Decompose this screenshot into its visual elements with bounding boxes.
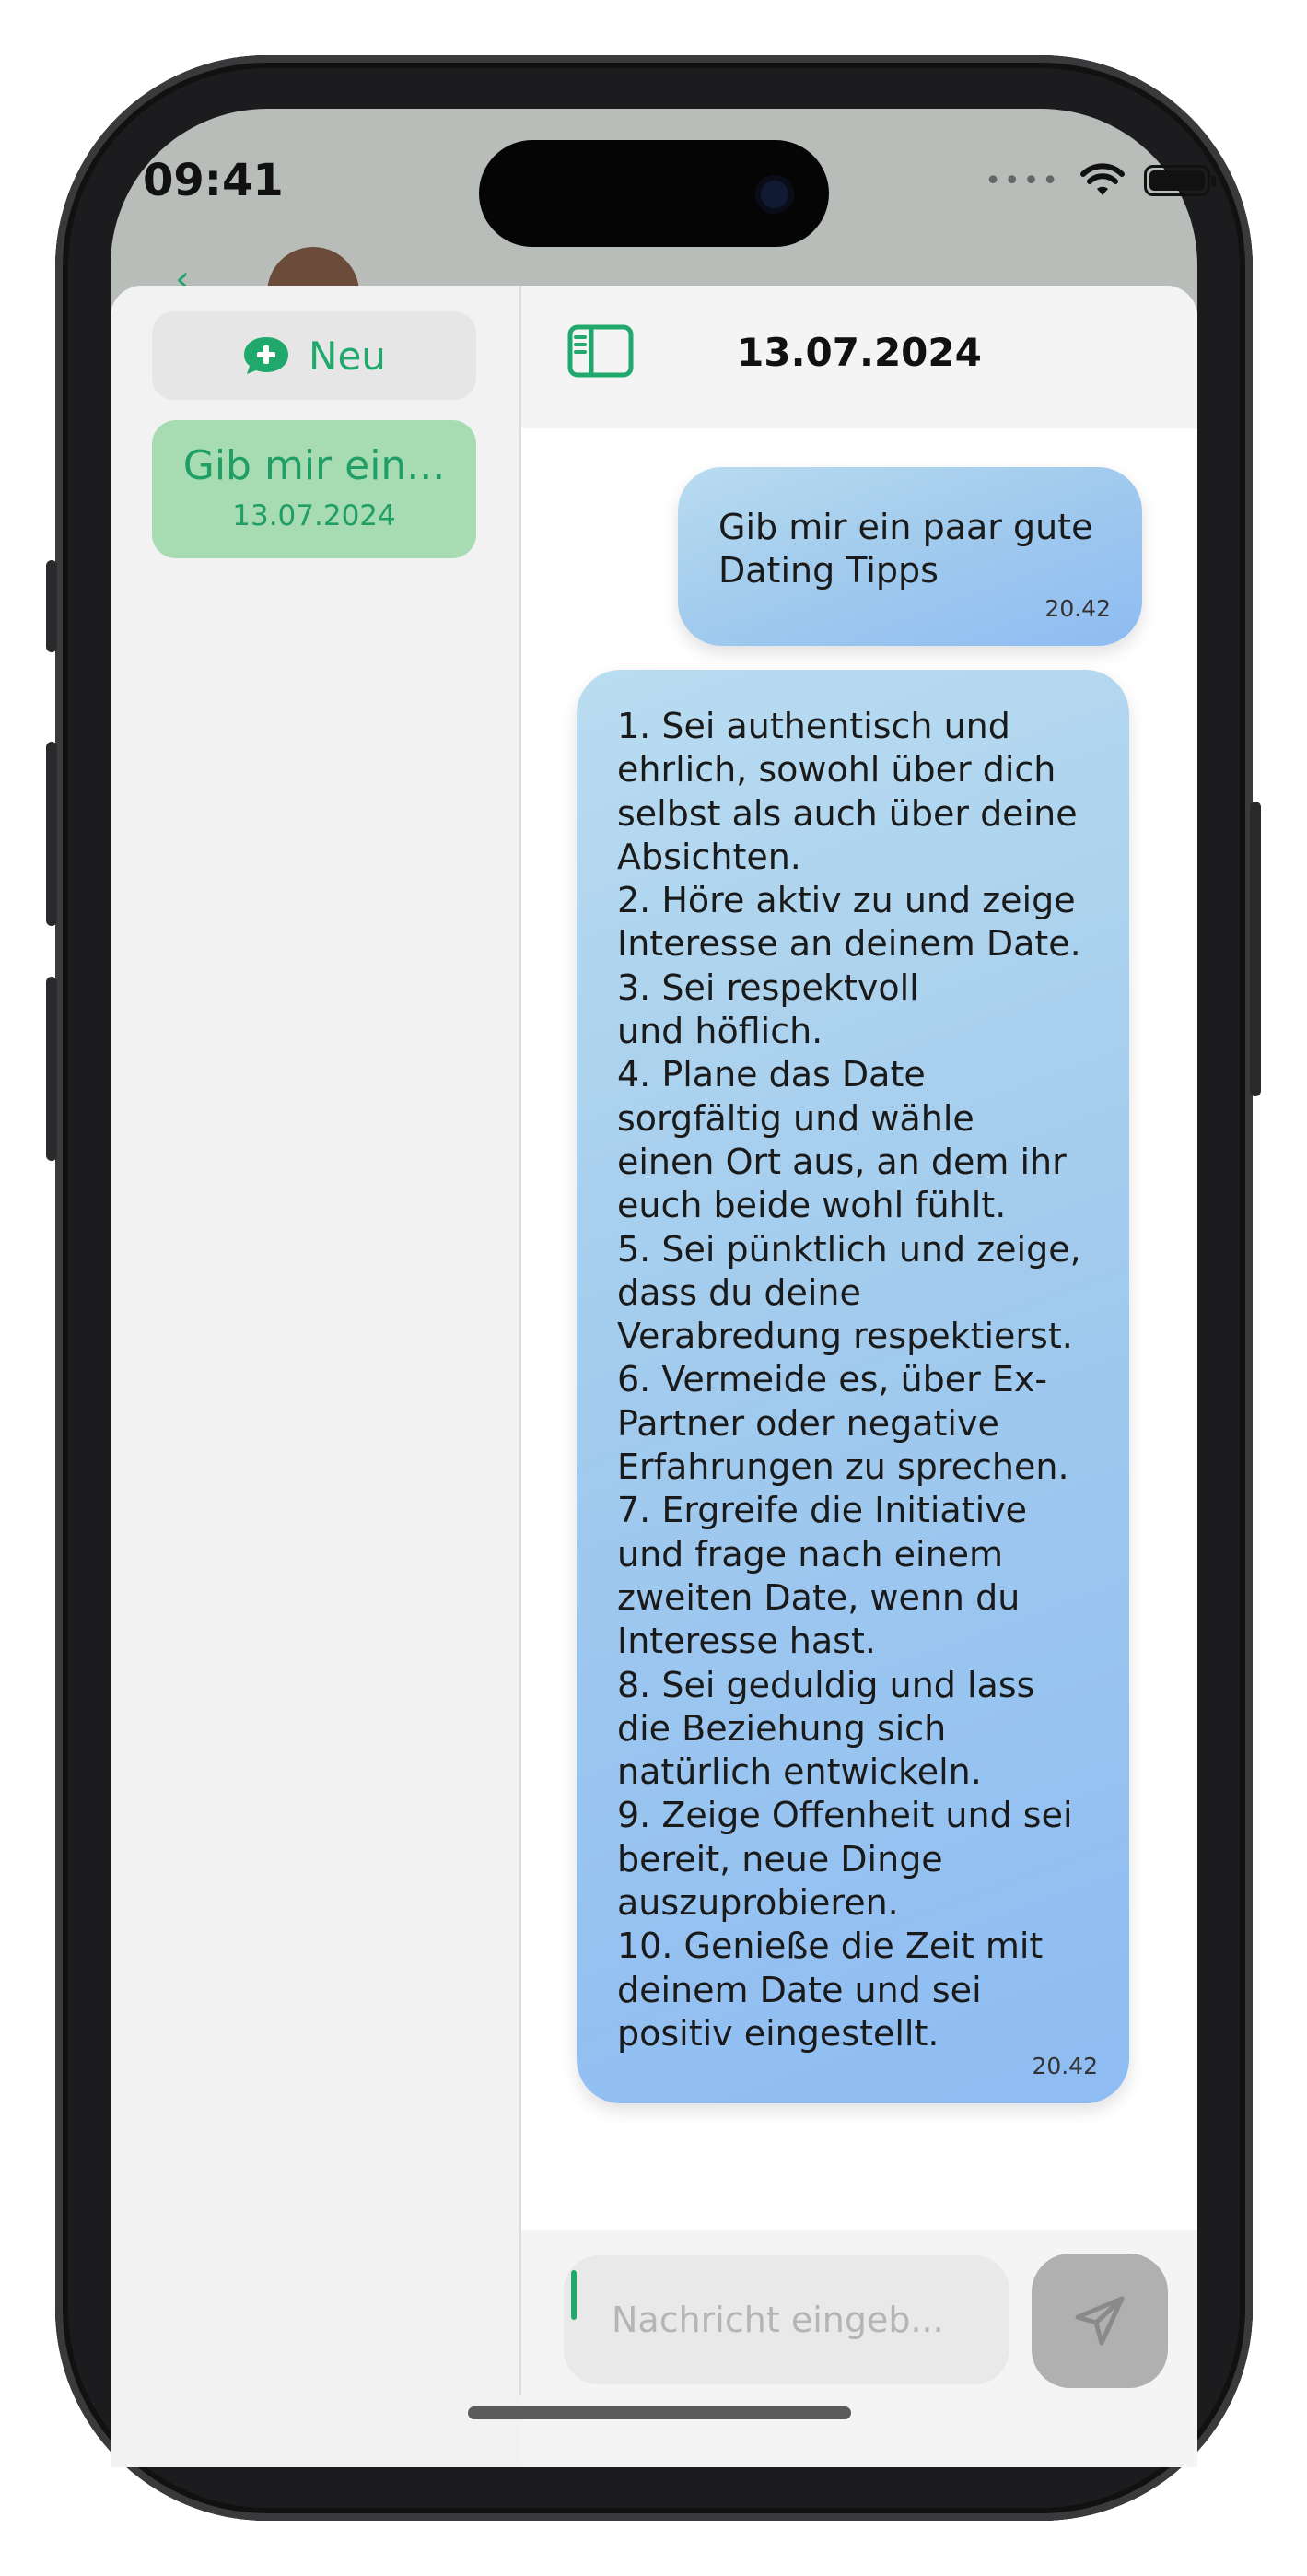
home-indicator <box>468 2406 851 2419</box>
sidebar-toggle-icon[interactable] <box>567 324 634 378</box>
action-button <box>46 560 57 652</box>
message-time: 20.42 <box>1044 595 1111 622</box>
user-message-bubble: Gib mir ein paar gute Dating Tipps 20.42 <box>678 467 1142 646</box>
message-input-placeholder: Nachricht eingeb... <box>612 2300 944 2340</box>
chat-header: 13.07.2024 <box>521 286 1197 428</box>
text-caret <box>571 2270 577 2320</box>
message-text: Gib mir ein paar gute Dating Tipps <box>718 507 1093 591</box>
composer: Nachricht eingeb... <box>521 2230 1197 2467</box>
front-camera <box>755 175 794 214</box>
volume-down-button <box>46 977 57 1161</box>
assistant-message-bubble: 1. Sei authentisch und ehrlich, sowohl ü… <box>577 670 1129 2103</box>
status-indicators: •••• <box>985 162 1216 199</box>
message-list[interactable]: Gib mir ein paar gute Dating Tipps 20.42… <box>521 428 1197 2230</box>
conversation-sidebar: Neu Gib mir ein... 13.07.2024 <box>111 286 521 2395</box>
new-chat-button[interactable]: Neu <box>152 311 476 400</box>
chat-sheet: Neu Gib mir ein... 13.07.2024 13.07.2024… <box>111 286 1197 2467</box>
wifi-icon <box>1080 163 1125 195</box>
send-button[interactable] <box>1032 2254 1168 2388</box>
battery-icon <box>1144 165 1216 196</box>
new-chat-label: Neu <box>309 333 386 379</box>
chat-plus-icon <box>244 337 289 374</box>
power-button <box>1250 802 1261 1096</box>
signal-dots-icon: •••• <box>985 164 1061 197</box>
chat-panel: 13.07.2024 Gib mir ein paar gute Dating … <box>521 286 1197 2467</box>
message-time: 20.42 <box>1032 2053 1098 2079</box>
paper-plane-icon <box>1075 2296 1125 2346</box>
volume-up-button <box>46 742 57 926</box>
chat-title: 13.07.2024 <box>737 330 982 375</box>
conversation-item[interactable]: Gib mir ein... 13.07.2024 <box>152 420 476 558</box>
conversation-title: Gib mir ein... <box>182 442 446 489</box>
conversation-date: 13.07.2024 <box>232 499 396 533</box>
message-text: 1. Sei authentisch und ehrlich, sowohl ü… <box>617 706 1081 2054</box>
message-input[interactable]: Nachricht eingeb... <box>564 2255 1009 2384</box>
dynamic-island <box>479 140 829 247</box>
status-time: 09:41 <box>143 155 284 206</box>
